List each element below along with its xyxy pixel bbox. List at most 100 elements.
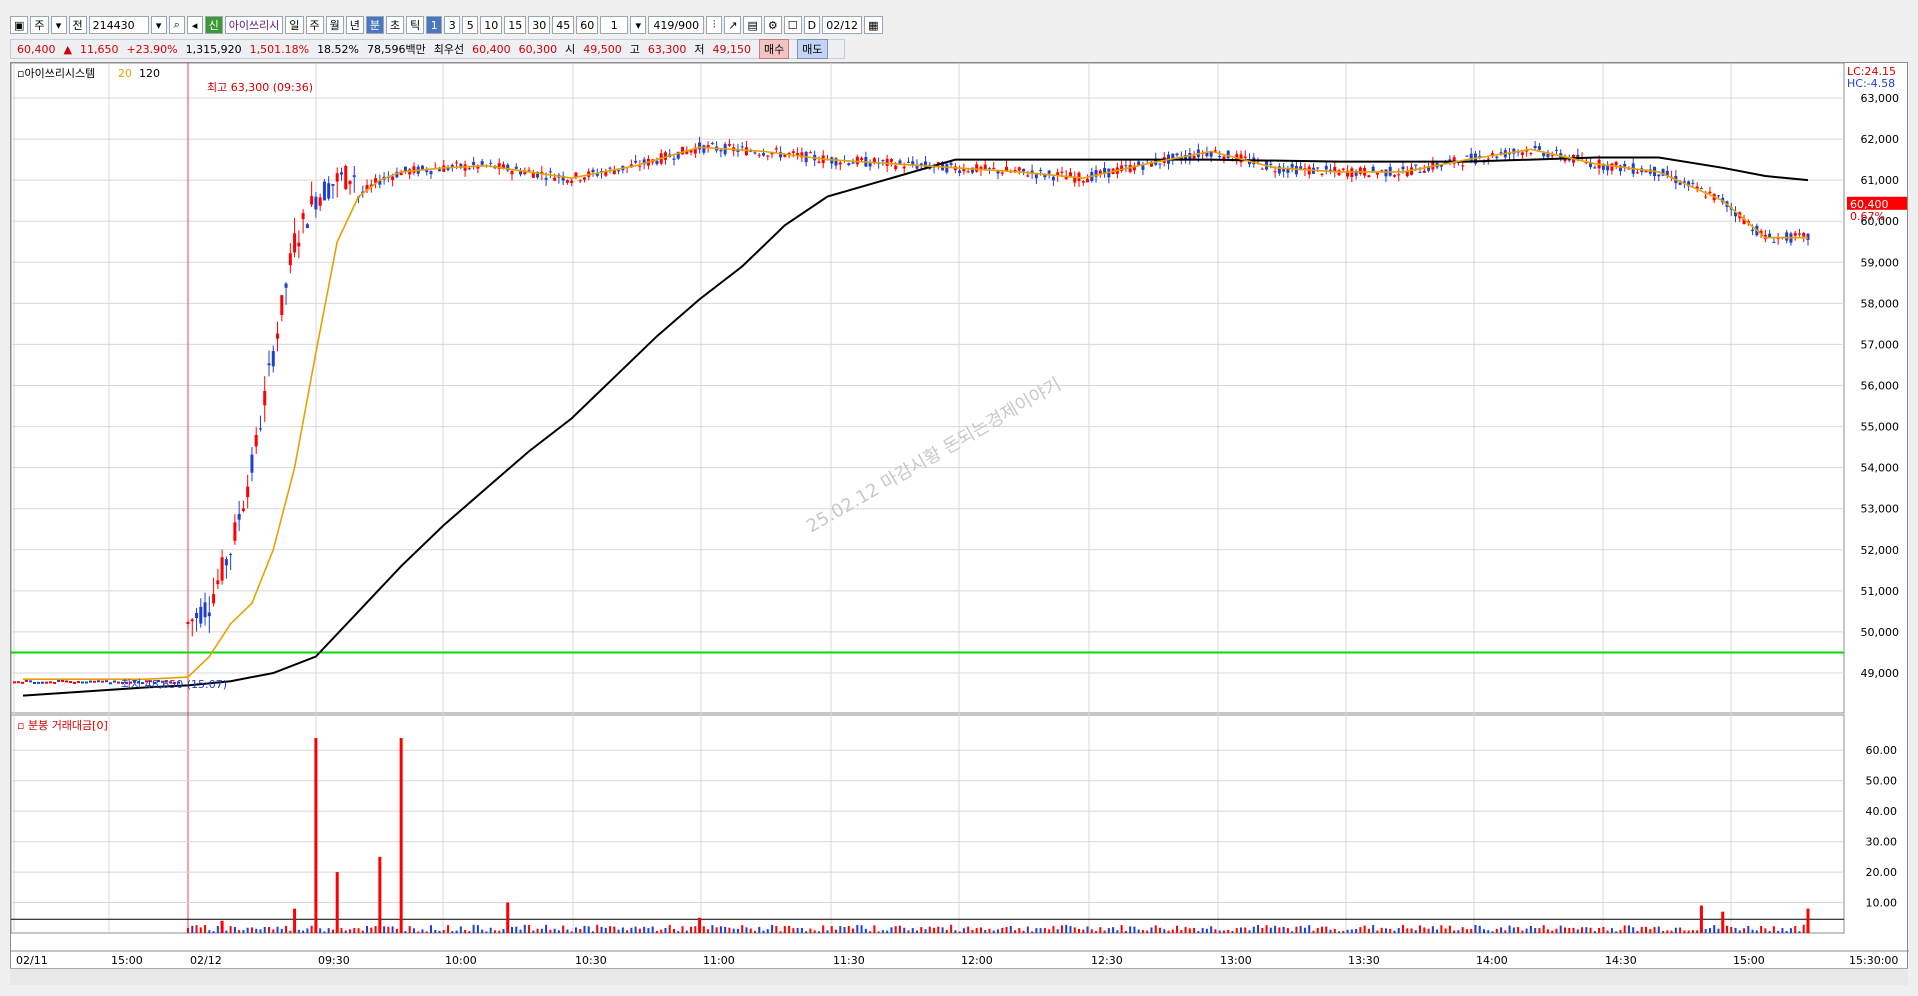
stock-code-input[interactable]: 214430 [88,16,149,34]
candle-body [744,147,748,156]
candle-body [1802,232,1806,237]
candle-body [229,554,233,556]
interval-45-button[interactable]: 45 [552,16,575,34]
volume-bar [677,931,680,933]
volume-bar [783,926,786,933]
volume-bar [1205,928,1208,933]
candle-body [1273,171,1277,173]
volume-bar [1150,927,1153,933]
buy-button[interactable]: 매수 [759,39,790,59]
volume-bar [536,928,539,933]
candle-body [1397,174,1401,176]
candle-body [1213,150,1217,152]
candle-body [510,171,514,175]
volume-bar [579,928,582,933]
volume-bar [694,926,697,933]
tab-minute[interactable]: 분 [365,16,385,34]
volume-bar [515,926,518,933]
candle-body [791,151,795,153]
volume-bar [894,926,897,933]
date-input[interactable]: 02/12 [822,16,863,34]
volume-bar [204,925,207,933]
quote-bar: 60,400 ▲ 11,650 +23.90% 1,315,920 1,501.… [10,39,845,59]
candle-icon[interactable]: ⫶ [706,16,723,34]
volume-bar [361,930,364,933]
speaker-icon[interactable]: ◂ [186,16,203,34]
volume-bar [1402,925,1404,933]
chevron-down-icon[interactable]: ▾ [150,16,167,34]
prev-button[interactable]: 전 [68,16,87,34]
volume-bar [1606,930,1609,933]
interval-3-button[interactable]: 3 [444,16,461,34]
layout-icon[interactable]: ▣ [10,16,29,34]
current-pct-tag: 0.67% [1850,210,1885,223]
period-select[interactable]: 주 [30,16,49,34]
candle-body [61,679,64,682]
candle-body [293,233,297,253]
tab-day[interactable]: 일 [285,16,304,34]
time-tick-label: 15:00 [1733,954,1765,967]
count-field[interactable]: 419/900 [648,16,705,34]
candle-body [57,679,60,682]
volume-bar [1487,930,1490,933]
candle-body [339,172,343,175]
interval-60-button[interactable]: 60 [576,16,599,34]
gear-icon[interactable]: ⚙ [763,16,782,34]
volume-bar [1602,926,1605,933]
volume-bar [1444,928,1447,933]
interval-1-button[interactable]: 1 [426,16,443,34]
candle-body [727,144,731,146]
volume-bar [924,929,927,933]
interval-select[interactable]: 1 [600,16,629,34]
price-tick-label: 51,000 [1861,585,1900,598]
candle-body [945,164,949,173]
candle-body [1610,163,1614,171]
volume-bar [1265,925,1268,933]
volume-bar [353,928,356,933]
search-icon[interactable]: ⌕ [168,16,185,34]
interval-30-button[interactable]: 30 [528,16,551,34]
chevron-down-icon[interactable]: ▾ [630,16,647,34]
candle-body [958,170,962,173]
volume-bar [587,926,590,933]
sell-button[interactable]: 매도 [797,39,828,59]
chevron-down-icon[interactable]: ▾ [50,16,67,34]
volume-bar [1747,925,1750,933]
volume-bar-peak [1806,908,1810,933]
interval-15-button[interactable]: 15 [504,16,527,34]
calendar-icon[interactable]: ▦ [864,16,883,34]
date-checkbox[interactable]: ☐ [783,16,802,34]
horizontal-scrollbar[interactable] [10,968,1908,985]
tab-year[interactable]: 년 [345,16,364,34]
candle-body [113,680,116,683]
time-tick-label: 10:00 [445,954,477,967]
candle-body [335,173,339,182]
candle-body [1623,163,1627,167]
volume-bar [638,928,641,933]
candle-body [49,681,52,684]
up-arrow-icon: ▲ [63,42,72,56]
ask-price: 60,400 [472,42,511,56]
draw-icon[interactable]: ↗ [724,16,742,34]
stock-name-field[interactable]: 아이쓰리시 [224,16,284,34]
save-icon[interactable]: ▤ [743,16,762,34]
candle-body [1635,172,1639,174]
volume-bar [1116,930,1119,933]
volume-bar [472,924,475,933]
chart-area[interactable]: 49,000 50,000 51,000 52,000 53,000 54,000 55,0… [10,62,1909,983]
candle-body [429,170,433,175]
candle-body [1495,156,1499,159]
interval-5-button[interactable]: 5 [462,16,479,34]
tab-second[interactable]: 초 [386,16,405,34]
tab-week[interactable]: 주 [305,16,324,34]
interval-10-button[interactable]: 10 [480,16,503,34]
high-label: 고 [629,43,640,56]
tab-tick[interactable]: 틱 [406,16,425,34]
candle-body [847,163,851,165]
volume-bar [1798,931,1801,933]
candle-body [455,162,459,164]
price-volume-chart[interactable]: 49,000 50,000 51,000 52,000 53,000 54,000 55,0… [10,62,1909,983]
volume-bar [617,929,620,933]
tab-month[interactable]: 월 [325,16,344,34]
candle-body [29,680,32,683]
